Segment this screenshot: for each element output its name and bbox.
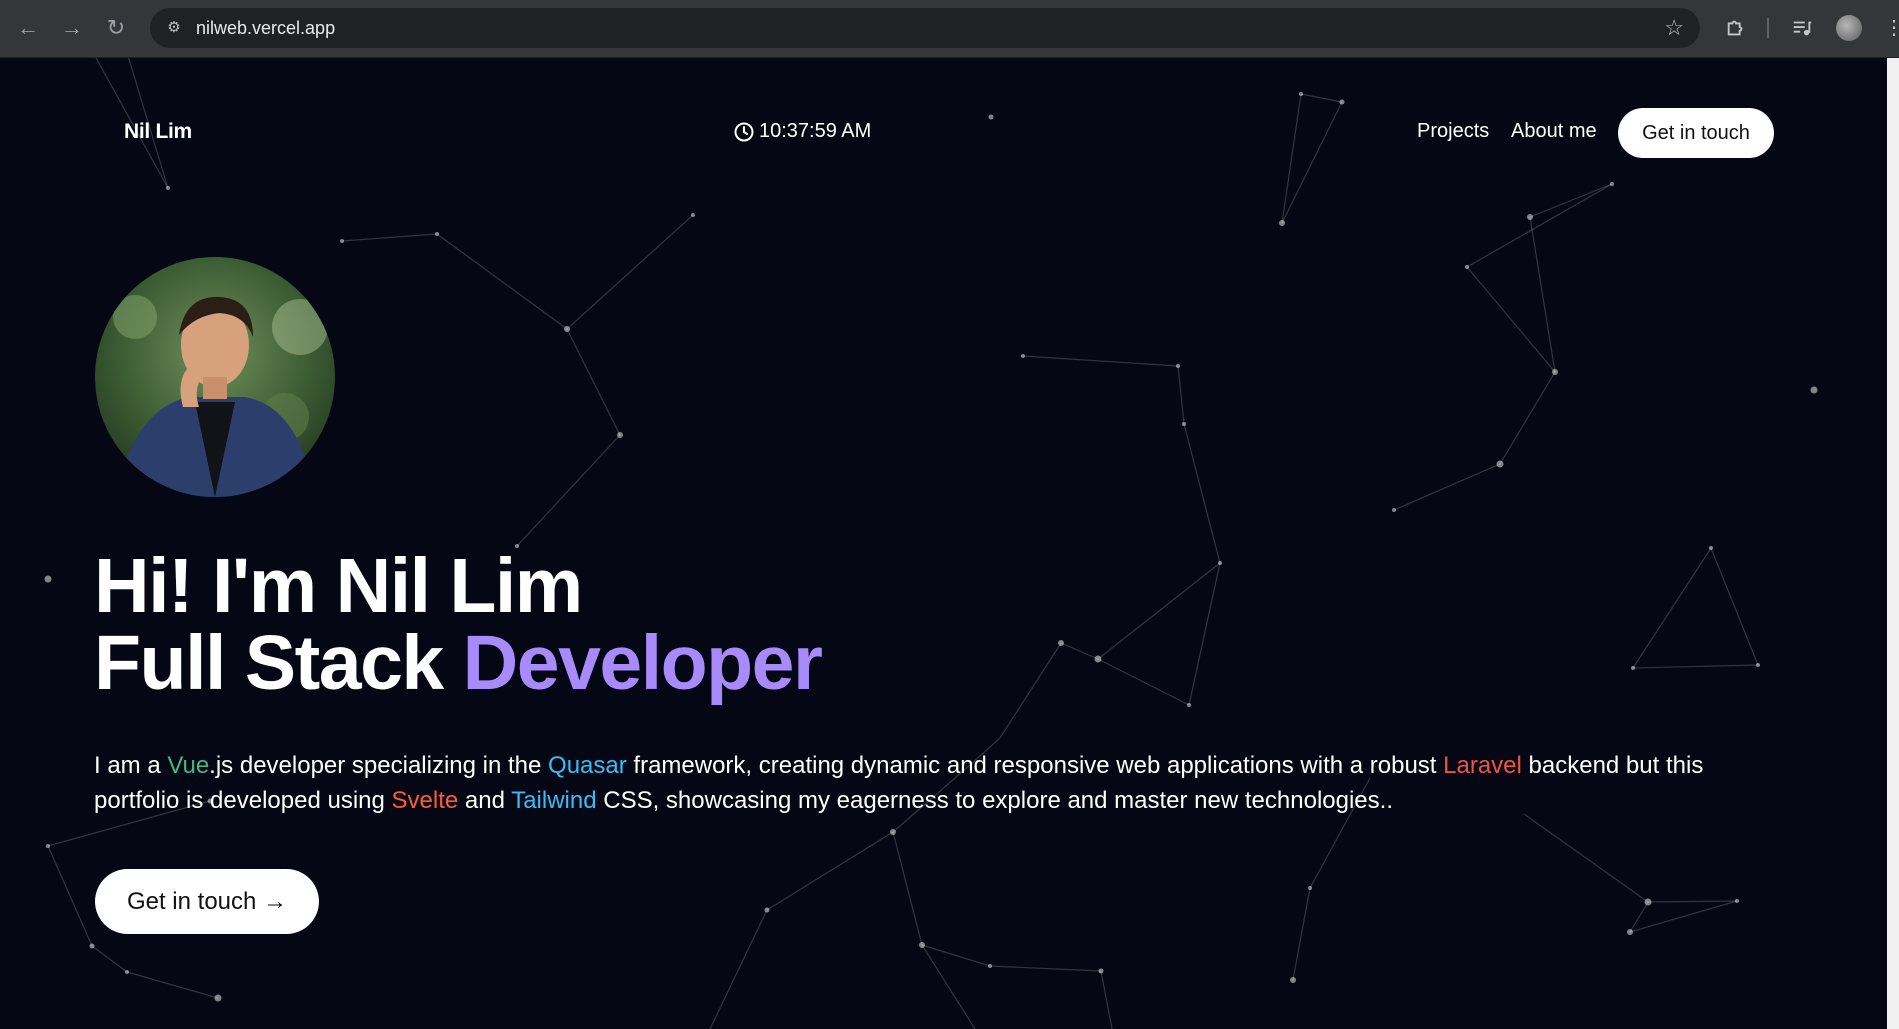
tech-tailwind: Tailwind [511, 787, 597, 814]
clock-time: 10:37:59 AM [759, 120, 872, 142]
tech-svelte: Svelte [391, 787, 459, 814]
hero-intro: I am a Vue.js developer specializing in … [94, 748, 1794, 818]
site-info-icon[interactable]: ⚙ [164, 18, 184, 38]
profile-photo [95, 257, 335, 497]
site-logo[interactable]: Nil Lim [124, 120, 192, 144]
tech-quasar: Quasar [548, 752, 627, 779]
nav-link-projects[interactable]: Projects [1417, 120, 1489, 143]
page-viewport: Nil Lim 10:37:59 AM Projects About me Ge… [0, 58, 1899, 1029]
intro-text-1: I am a [94, 752, 168, 779]
headline-line-2-text: Full Stack [94, 620, 444, 706]
intro-text-6: CSS, showcasing my eagerness to explore … [596, 787, 1393, 814]
intro-text-3: framework, creating dynamic and responsi… [626, 752, 1444, 779]
toolbar-divider [1767, 18, 1769, 38]
get-in-touch-header-button[interactable]: Get in touch [1618, 108, 1774, 158]
profile-avatar-icon[interactable] [1836, 15, 1862, 41]
browser-toolbar: ← → ↻ ⚙ nilweb.vercel.app ☆ ⋮ [0, 0, 1899, 58]
intro-text-2: .js developer specializing in the [209, 752, 549, 779]
kebab-menu-icon[interactable]: ⋮ [1884, 14, 1899, 42]
get-in-touch-hero-button[interactable]: Get in touch → [95, 869, 319, 934]
hero-headline: Hi! I'm Nil Lim Full Stack Developer [94, 543, 823, 702]
arrow-forward-icon[interactable]: → [58, 14, 86, 42]
address-bar[interactable]: ⚙ nilweb.vercel.app ☆ [150, 8, 1700, 48]
headline-accent-word: Developer [462, 620, 823, 706]
clock-icon [734, 122, 754, 141]
star-icon[interactable]: ☆ [1664, 16, 1684, 40]
live-clock: 10:37:59 AM [734, 120, 871, 143]
reload-icon[interactable]: ↻ [102, 14, 130, 42]
tech-vue: Vue [167, 752, 210, 779]
arrow-back-icon[interactable]: ← [14, 14, 42, 42]
headline-line-1: Hi! I'm Nil Lim [94, 543, 583, 629]
intro-text-5: and [458, 787, 512, 814]
scrollbar[interactable] [1887, 58, 1899, 1029]
media-queue-icon[interactable] [1788, 14, 1816, 42]
url-text[interactable]: nilweb.vercel.app [196, 18, 335, 38]
nav-link-about-me[interactable]: About me [1511, 120, 1597, 143]
tech-laravel: Laravel [1443, 752, 1522, 779]
puzzle-icon[interactable] [1722, 14, 1750, 42]
